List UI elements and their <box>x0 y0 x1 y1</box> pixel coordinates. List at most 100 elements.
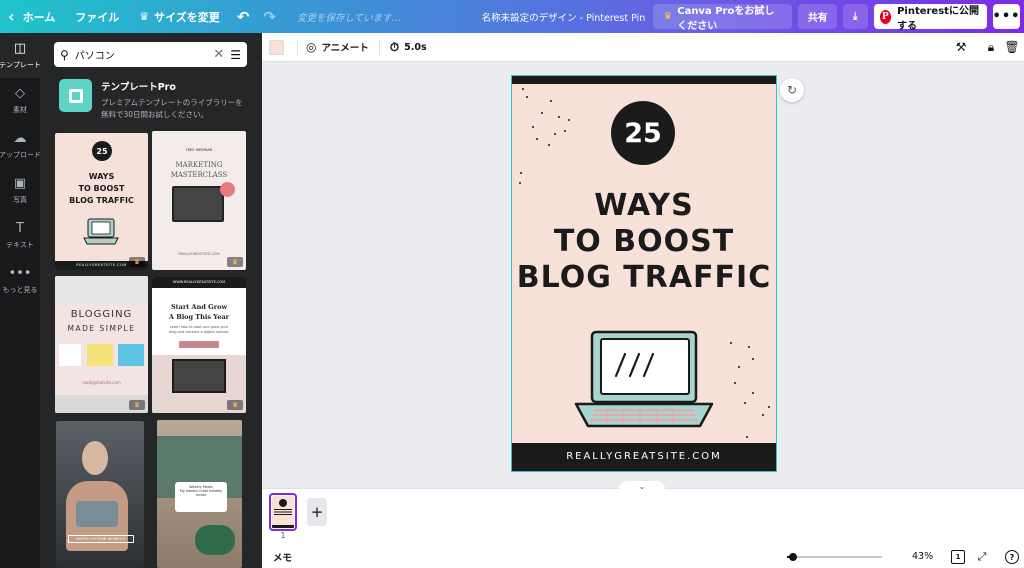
rail-item-more[interactable]: ••• もっと見る <box>0 258 40 303</box>
template-cta <box>179 341 219 348</box>
zoom-level[interactable]: 43% <box>912 551 933 562</box>
try-canva-pro-button[interactable]: ♛ Canva Proをお試しください <box>653 4 793 32</box>
elements-icon: ◇ <box>15 85 25 101</box>
animate-icon: ◎ <box>306 40 317 54</box>
rail-item-text[interactable]: T テキスト <box>0 213 40 258</box>
download-button[interactable]: ⤓ <box>842 4 868 29</box>
share-button[interactable]: 共有 <box>798 4 837 29</box>
add-page-button[interactable]: + <box>307 498 327 526</box>
more-options-button[interactable]: ••• <box>993 4 1020 29</box>
page-thumbnail[interactable] <box>269 493 297 531</box>
title-line-3[interactable]: BLOG TRAFFIC <box>512 260 776 295</box>
decoration-dot <box>532 126 534 128</box>
notes-button[interactable]: メモ <box>273 550 292 564</box>
template-topbar: WWW.REALLYGREATSITE.COM <box>152 277 246 288</box>
decoration-dot <box>730 342 732 344</box>
plus-icon: + <box>310 503 324 521</box>
rail-item-label: アップロード <box>0 150 41 159</box>
laptop-illustration[interactable] <box>572 328 716 436</box>
laptop-icon <box>83 218 119 245</box>
copy-style-icon[interactable]: ⚒ <box>953 39 969 55</box>
rail-item-elements[interactable]: ◇ 素材 <box>0 78 40 123</box>
promo-title: テンプレートPro <box>101 82 176 93</box>
decoration-dot <box>548 144 550 146</box>
title-line-2[interactable]: TO BOOST <box>512 224 776 259</box>
document-title[interactable]: 名称未設定のデザイン - Pinterest Pin <box>482 0 646 33</box>
design-page[interactable]: 25 WAYS TO BOOST BLOG TRAFFIC REALLYGREA… <box>511 75 777 472</box>
rail-item-photos[interactable]: ▣ 写真 <box>0 168 40 213</box>
template-footer: REALLYGREATSITE.COM <box>178 252 220 256</box>
card-text: My weekly meal healthy recipe <box>179 489 223 497</box>
template-thumbnail[interactable]: WWW.REALLYGREATSITE.COM Start And Grow A … <box>152 277 246 413</box>
fullscreen-icon[interactable]: ⤢ <box>975 550 989 564</box>
template-thumbnail[interactable]: BLOGGING MADE SIMPLE reallygreatsite.com… <box>55 276 148 413</box>
decoration-dot <box>558 116 560 118</box>
template-thumbnail[interactable]: 25 WAYS TO BOOST BLOG TRAFFIC REALLYGREATS… <box>55 133 148 270</box>
zoom-slider-handle[interactable] <box>789 553 798 561</box>
template-footer: reallygreatsite.com <box>82 380 121 385</box>
crown-icon: ♛ <box>139 10 150 23</box>
search-input[interactable]: パソコン <box>75 47 214 62</box>
decoration-dot <box>550 100 552 102</box>
rail-item-templates[interactable]: ◫ テンプレート <box>0 33 41 78</box>
duration-label: 5.0s <box>404 41 427 53</box>
template-block <box>87 344 113 366</box>
template-thumbnail[interactable]: FREE WEBINAR MARKETING MASTERCLASS REALLY… <box>152 131 246 270</box>
home-button[interactable]: ‹ ホーム <box>0 0 65 33</box>
decoration-dot <box>564 130 566 132</box>
template-title: MARKETING MASTERCLASS <box>170 161 228 179</box>
page-count-icon[interactable]: 1 <box>951 550 965 564</box>
person-head <box>82 441 108 475</box>
laptop-image <box>172 359 226 393</box>
help-icon[interactable]: ? <box>1005 550 1019 564</box>
title-line-1[interactable]: WAYS <box>512 188 776 223</box>
background-color-swatch[interactable] <box>269 39 284 55</box>
decoration-dot <box>526 96 528 98</box>
badge-dot <box>220 182 235 197</box>
template-pro-icon <box>59 79 92 112</box>
template-thumbnail[interactable]: SWITCH UP YOUR WORKOUT <box>56 421 144 568</box>
pages-strip: ⌄ 1 + <box>262 481 1024 545</box>
resize-button[interactable]: ♛ サイズを変更 <box>129 0 230 33</box>
redo-button[interactable]: ↷ <box>256 0 283 33</box>
toggle-pages-button[interactable]: ⌄ <box>619 481 665 491</box>
rail-item-uploads[interactable]: ☁ アップロード <box>0 123 41 168</box>
template-pro-promo[interactable]: テンプレートPro プレミアムテンプレートのライブラリーを 無料で30日間お試しく… <box>59 79 249 121</box>
decoration-dot <box>768 406 770 408</box>
page-top-bar <box>512 76 776 84</box>
crown-icon: ♛ <box>129 257 145 267</box>
template-subtitle: MADE SIMPLE <box>67 324 136 333</box>
duration-button[interactable]: ⏱ 5.0s <box>390 40 427 55</box>
template-thumbnail[interactable]: Weekly Meals My weekly meal healthy reci… <box>157 420 242 568</box>
bottom-bar: メモ 43% 1 ⤢ ? <box>262 545 1024 568</box>
publish-pinterest-button[interactable]: P Pinterestに公開する <box>873 4 987 32</box>
try-canva-pro-label: Canva Proをお試しください <box>677 5 775 32</box>
template-search[interactable]: ⚲ パソコン ✕ ☰ <box>54 42 247 67</box>
toolbar-divider <box>297 39 298 55</box>
decoration-dot <box>519 182 521 184</box>
undo-button[interactable]: ↶ <box>230 0 257 33</box>
template-icon: ◫ <box>13 40 27 56</box>
animate-button[interactable]: ◎ アニメート <box>306 40 369 54</box>
decoration-dot <box>734 382 736 384</box>
top-bar: ‹ ホーム ファイル ♛ サイズを変更 ↶ ↷ 変更を保存しています… 名称未設… <box>0 0 1024 33</box>
clear-search-icon[interactable]: ✕ <box>213 47 224 62</box>
file-menu-button[interactable]: ファイル <box>65 0 129 33</box>
template-tag: SWITCH UP YOUR WORKOUT <box>68 535 134 543</box>
decoration-dot <box>568 119 570 121</box>
template-title: Start And Grow A Blog This Year <box>168 303 230 321</box>
template-title: BLOGGING <box>70 309 133 320</box>
filter-icon[interactable]: ☰ <box>230 48 241 62</box>
promo-description: プレミアムテンプレートのライブラリーを 無料で30日間お試しください。 <box>101 98 243 119</box>
decoration-dot <box>520 172 522 174</box>
zoom-slider-track[interactable] <box>793 556 882 558</box>
crown-icon: ♛ <box>227 257 243 267</box>
lock-icon[interactable]: 🔒︎ <box>983 39 999 55</box>
resize-label: サイズを変更 <box>154 10 220 24</box>
refresh-design-button[interactable]: ↻ <box>780 78 804 102</box>
trash-icon[interactable]: 🗑︎ <box>1004 39 1020 55</box>
number-circle[interactable]: 25 <box>611 101 675 165</box>
publish-pinterest-label: Pinterestに公開する <box>897 5 979 32</box>
page-footer[interactable]: REALLYGREATSITE.COM <box>512 443 776 471</box>
rail-item-label: テンプレート <box>0 60 41 69</box>
